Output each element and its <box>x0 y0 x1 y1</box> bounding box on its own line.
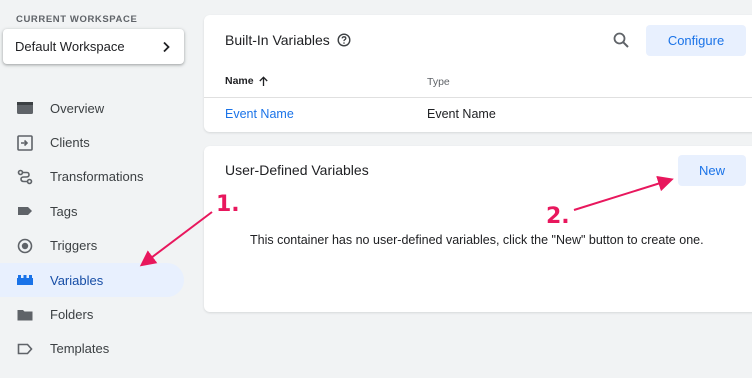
sidebar-item-label: Templates <box>50 341 110 357</box>
sidebar-item-label: Triggers <box>50 238 98 254</box>
sidebar-item-transformations[interactable]: Transformations <box>0 160 196 194</box>
template-icon <box>16 340 34 358</box>
clients-icon <box>16 134 34 152</box>
chevron-right-icon <box>163 41 170 52</box>
sidebar-item-label: Tags <box>50 203 78 219</box>
workspace-label: CURRENT WORKSPACE <box>16 14 138 25</box>
sidebar-item-label: Variables <box>50 272 104 288</box>
column-header-name-text: Name <box>225 75 254 87</box>
sidebar-item-overview[interactable]: Overview <box>0 91 196 125</box>
sidebar-item-label: Transformations <box>50 169 144 185</box>
builtin-variables-title-text: Built-In Variables <box>225 32 330 48</box>
nav-list: Overview Clients Transformations Tags Tr… <box>0 91 196 366</box>
sidebar-item-folders[interactable]: Folders <box>0 297 196 331</box>
builtin-variables-title: Built-In Variables <box>225 32 351 48</box>
builtin-variables-card: Built-In Variables Configure Name Type E… <box>204 15 752 132</box>
table-row-type: Event Name <box>427 107 496 121</box>
sidebar-item-clients[interactable]: Clients <box>0 125 196 159</box>
sidebar-item-variables[interactable]: Variables <box>0 262 184 298</box>
sidebar-item-label: Folders <box>50 307 94 323</box>
sidebar-item-triggers[interactable]: Triggers <box>0 229 196 263</box>
folder-icon <box>16 306 34 324</box>
page: CURRENT WORKSPACE Default Workspace Over… <box>0 0 752 378</box>
column-header-name[interactable]: Name <box>225 75 269 87</box>
workspace-selector[interactable]: Default Workspace <box>3 29 184 64</box>
sidebar-item-label: Overview <box>50 100 105 116</box>
new-button[interactable]: New <box>678 155 746 186</box>
sidebar-item-tags[interactable]: Tags <box>0 194 196 228</box>
annotation-step-1: 1. <box>216 192 240 217</box>
table-row-name-link[interactable]: Event Name <box>225 107 294 121</box>
workspace-name: Default Workspace <box>15 39 125 54</box>
sidebar-item-label: Clients <box>50 135 90 151</box>
help-icon[interactable] <box>337 33 351 47</box>
user-defined-variables-card: User-Defined Variables New This containe… <box>204 146 752 312</box>
tag-icon <box>16 202 34 220</box>
user-defined-variables-title: User-Defined Variables <box>225 162 369 178</box>
trigger-icon <box>16 237 34 255</box>
overview-icon <box>16 99 34 117</box>
sidebar: CURRENT WORKSPACE Default Workspace Over… <box>0 0 196 378</box>
variables-icon <box>16 271 34 289</box>
empty-state-message: This container has no user-defined varia… <box>250 233 704 247</box>
search-icon[interactable] <box>612 31 630 49</box>
annotation-step-2: 2. <box>546 204 570 229</box>
table-divider <box>204 97 752 98</box>
sidebar-item-templates[interactable]: Templates <box>0 332 196 366</box>
arrow-up-icon <box>258 75 268 86</box>
column-header-type[interactable]: Type <box>427 76 450 88</box>
configure-button[interactable]: Configure <box>646 25 746 56</box>
transformations-icon <box>16 168 34 186</box>
